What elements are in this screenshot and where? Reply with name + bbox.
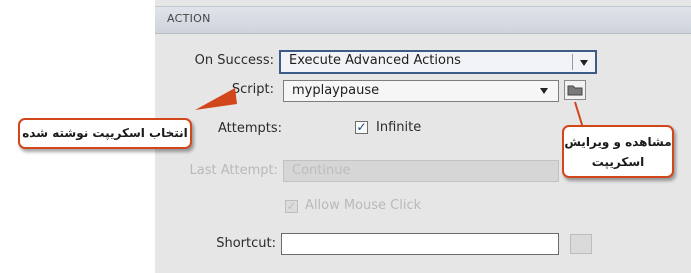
callout-line-2: اسکریپت	[591, 155, 645, 169]
select-script-callout: انتخاب اسکریپت نوشته شده	[18, 118, 192, 149]
view-edit-script-callout: مشاهده و ویرایش اسکریپت	[562, 125, 674, 178]
left-callout-pointer	[195, 88, 237, 110]
callout-line-1: مشاهده و ویرایش	[564, 135, 672, 149]
